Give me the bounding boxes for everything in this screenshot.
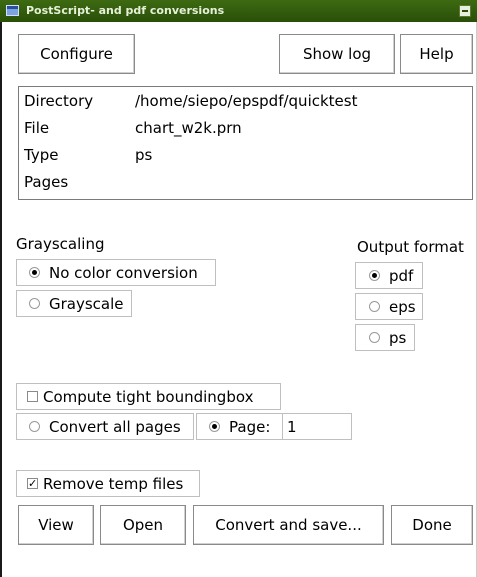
title-bar[interactable]: PostScript- and pdf conversions (0, 0, 477, 22)
file-label: File (24, 119, 50, 137)
type-value: ps (135, 146, 153, 164)
option-label: Page: (229, 417, 271, 436)
checkbox-unchecked-icon (27, 391, 38, 402)
radio-unselected-icon (369, 332, 380, 343)
option-label: No color conversion (49, 263, 198, 282)
configure-button[interactable]: Configure (18, 34, 135, 74)
grayscale-radio[interactable]: Grayscale (16, 290, 132, 317)
window-menu-icon[interactable] (6, 5, 19, 16)
view-button[interactable]: View (18, 505, 94, 545)
option-label: ps (389, 328, 407, 347)
radio-unselected-icon (29, 298, 40, 309)
option-label: Remove temp files (43, 474, 184, 493)
page-number-input[interactable]: 1 (282, 413, 352, 440)
show-log-button[interactable]: Show log (279, 34, 395, 74)
pages-label: Pages (24, 173, 69, 191)
ps-radio[interactable]: ps (355, 324, 415, 351)
file-info-panel: Directory /home/siepo/epspdf/quicktest F… (18, 86, 473, 200)
radio-unselected-icon (369, 301, 380, 312)
page-radio[interactable]: Page: (196, 413, 283, 440)
open-button[interactable]: Open (100, 505, 186, 545)
window-left-edge (0, 22, 2, 577)
output-format-label: Output format (357, 238, 464, 256)
radio-selected-icon (369, 270, 380, 281)
option-label: Convert all pages (49, 417, 181, 436)
directory-label: Directory (24, 92, 94, 110)
eps-radio[interactable]: eps (355, 293, 423, 320)
done-button[interactable]: Done (391, 505, 473, 545)
radio-selected-icon (209, 421, 220, 432)
convert-all-pages-radio[interactable]: Convert all pages (16, 413, 194, 440)
tight-boundingbox-checkbox[interactable]: Compute tight boundingbox (16, 383, 281, 410)
option-label: eps (389, 297, 416, 316)
directory-value: /home/siepo/epspdf/quicktest (135, 92, 358, 110)
option-label: Grayscale (49, 294, 124, 313)
file-value: chart_w2k.prn (135, 119, 242, 137)
remove-temp-files-checkbox[interactable]: ✓ Remove temp files (16, 470, 200, 497)
checkbox-checked-icon: ✓ (27, 477, 38, 490)
option-label: pdf (389, 266, 414, 285)
window-title: PostScript- and pdf conversions (26, 4, 225, 17)
pdf-radio[interactable]: pdf (355, 262, 423, 289)
help-button[interactable]: Help (400, 34, 473, 74)
type-label: Type (24, 146, 59, 164)
grayscaling-label: Grayscaling (16, 235, 105, 253)
radio-selected-icon (29, 267, 40, 278)
convert-and-save-button[interactable]: Convert and save... (193, 505, 384, 545)
minimize-button[interactable] (459, 5, 471, 17)
no-color-conversion-radio[interactable]: No color conversion (16, 259, 216, 286)
option-label: Compute tight boundingbox (43, 387, 254, 406)
radio-unselected-icon (29, 421, 40, 432)
